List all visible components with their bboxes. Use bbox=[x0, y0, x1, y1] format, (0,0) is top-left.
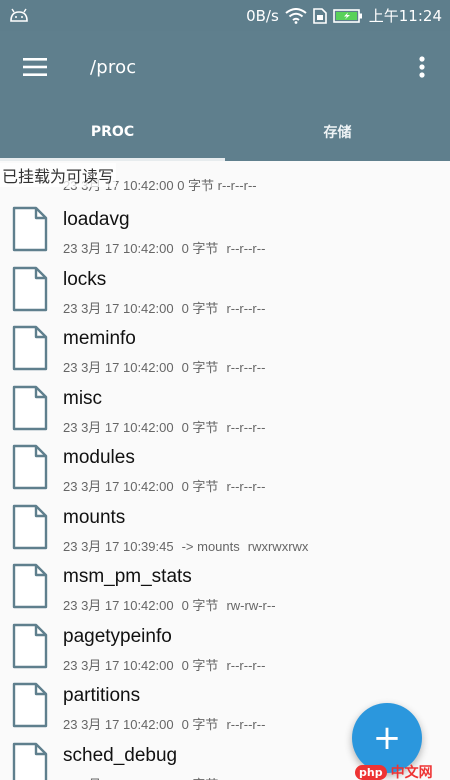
hamburger-icon bbox=[23, 58, 47, 76]
file-icon bbox=[12, 444, 48, 490]
tab-bar: PROC 存储 bbox=[0, 103, 450, 161]
file-meta: 23 3月 17 10:39:45 -> mounts rwxrwxrwx bbox=[63, 536, 308, 555]
watermark-badge: php bbox=[355, 764, 387, 780]
watermark: php 中文网 bbox=[355, 762, 433, 780]
file-name: sched_debug bbox=[63, 744, 178, 766]
file-icon bbox=[12, 682, 48, 728]
tab-proc[interactable]: PROC bbox=[0, 103, 225, 161]
menu-button[interactable] bbox=[0, 31, 70, 103]
file-name: partitions bbox=[63, 685, 141, 706]
file-name: msm_pm_stats bbox=[63, 566, 192, 587]
list-item[interactable]: msm_pm_stats 23 3月 17 10:42:00 0 字节 rw-rw-r… bbox=[0, 563, 450, 623]
file-date: 23 3月 17 10:42:00 bbox=[63, 419, 174, 435]
file-date: 23 3月 17 10:42:00 bbox=[63, 479, 174, 494]
file-list[interactable]: 23 3月 17 10:42:00 0 字节 r--r--r-- loadavg… bbox=[0, 161, 450, 780]
file-name: meminfo bbox=[63, 328, 136, 349]
file-info: -> mounts bbox=[181, 538, 240, 554]
file-date: 23 3月 17 10:42:00 bbox=[63, 657, 174, 673]
file-date: 23 3月 17 10:39:45 bbox=[63, 538, 174, 554]
file-info: 0 字节 bbox=[181, 717, 219, 732]
net-speed: 0B/s bbox=[246, 6, 279, 25]
file-permissions: r--r--r-- bbox=[226, 657, 266, 673]
toolbar: /proc bbox=[0, 31, 450, 103]
file-meta: 23 3月 17 10:42:00 0 字节 r--r--r-- bbox=[63, 476, 265, 495]
file-meta: 23 3月 17 10:42:00 0 字节 rw-rw-r-- bbox=[63, 595, 276, 614]
file-name: pagetypeinfo bbox=[63, 625, 172, 647]
current-path: /proc bbox=[90, 56, 137, 78]
file-meta: 23 3月 17 10:42:00 0 字节 r--r--r-- bbox=[63, 774, 265, 780]
file-meta: 23 3月 17 10:42:00 0 字节 r--r--r-- bbox=[63, 714, 265, 733]
file-permissions: r--r--r-- bbox=[226, 717, 266, 732]
file-info: 0 字节 bbox=[181, 598, 219, 613]
file-icon bbox=[12, 325, 48, 371]
mounted-rw-toast: 已挂载为可读写 bbox=[0, 163, 117, 187]
file-icon bbox=[12, 504, 48, 550]
status-bar: 0B/s 上午11:24 bbox=[0, 0, 450, 31]
file-permissions: r--r--r-- bbox=[226, 479, 266, 494]
file-permissions: r--r--r-- bbox=[226, 241, 266, 256]
file-date: 23 3月 17 10:42:00 bbox=[63, 360, 174, 375]
file-icon bbox=[12, 742, 48, 780]
file-date: 23 3月 17 10:42:00 bbox=[63, 241, 174, 256]
list-item[interactable]: misc 23 3月 17 10:42:00 0 字节 r--r--r-- bbox=[0, 385, 450, 445]
file-icon bbox=[12, 206, 48, 252]
file-date: 23 3月 17 10:42:00 bbox=[63, 598, 174, 613]
list-item[interactable]: modules 23 3月 17 10:42:00 0 字节 r--r--r-- bbox=[0, 444, 450, 504]
list-item[interactable]: mounts 23 3月 17 10:39:45 -> mounts rwxrwxrw… bbox=[0, 504, 450, 564]
file-date: 23 3月 17 10:42:00 bbox=[63, 717, 174, 732]
file-date: 23 3月 17 10:42:00 bbox=[63, 300, 174, 316]
file-icon bbox=[12, 623, 48, 669]
file-name: mounts bbox=[63, 506, 126, 528]
file-meta: 23 3月 17 10:42:00 0 字节 r--r--r-- bbox=[63, 655, 265, 674]
file-permissions: r--r--r-- bbox=[226, 360, 266, 375]
plus-icon: + bbox=[372, 718, 402, 758]
file-icon bbox=[12, 266, 48, 312]
file-meta: 23 3月 17 10:42:00 0 字节 r--r--r-- bbox=[63, 238, 265, 257]
more-vertical-icon bbox=[419, 56, 425, 78]
file-meta: 23 3月 17 10:42:00 0 字节 r--r--r-- bbox=[63, 357, 265, 376]
file-meta: 23 3月 17 10:42:00 0 字节 r--r--r-- bbox=[63, 417, 265, 436]
file-name: loadavg bbox=[63, 209, 130, 230]
file-icon bbox=[12, 563, 48, 609]
list-item[interactable]: meminfo 23 3月 17 10:42:00 0 字节 r--r--r-- bbox=[0, 325, 450, 385]
file-name: misc bbox=[63, 387, 103, 409]
list-item[interactable]: loadavg 23 3月 17 10:42:00 0 字节 r--r--r-- bbox=[0, 206, 450, 266]
file-permissions: r--r--r-- bbox=[226, 419, 266, 435]
tab-storage[interactable]: 存储 bbox=[225, 103, 450, 161]
overflow-menu-button[interactable] bbox=[394, 31, 450, 103]
file-name: locks bbox=[63, 268, 107, 290]
list-item[interactable]: pagetypeinfo 23 3月 17 10:42:00 0 字节 r--r--r… bbox=[0, 623, 450, 683]
file-info: 0 字节 bbox=[181, 657, 219, 673]
watermark-text: 中文网 bbox=[390, 765, 433, 780]
clock: 上午11:24 bbox=[368, 7, 442, 25]
sim-icon bbox=[312, 7, 327, 24]
file-icon bbox=[12, 385, 48, 431]
file-name: modules bbox=[63, 447, 135, 468]
file-permissions: r--r--r-- bbox=[226, 300, 266, 316]
file-permissions: r--r--r-- bbox=[226, 777, 265, 780]
file-permissions: rwxrwxrwx bbox=[247, 538, 309, 554]
file-info: 0 字节 bbox=[182, 777, 219, 780]
file-info: 0 字节 bbox=[181, 419, 219, 435]
file-permissions: rw-rw-r-- bbox=[226, 598, 276, 613]
tab-label: 存储 bbox=[323, 125, 352, 141]
list-item[interactable]: locks 23 3月 17 10:42:00 0 字节 r--r--r-- bbox=[0, 266, 450, 326]
file-info: 0 字节 bbox=[181, 479, 219, 494]
file-date: 23 3月 17 10:42:00 bbox=[63, 777, 174, 780]
file-info: 0 字节 bbox=[181, 241, 219, 256]
android-icon bbox=[10, 8, 28, 22]
file-meta: 23 3月 17 10:42:00 0 字节 r--r--r-- bbox=[63, 298, 265, 317]
tab-label: PROC bbox=[90, 124, 135, 140]
battery-icon bbox=[332, 8, 362, 23]
file-info: 0 字节 bbox=[181, 300, 219, 316]
wifi-icon bbox=[285, 7, 307, 24]
file-info: 0 字节 bbox=[181, 360, 219, 375]
